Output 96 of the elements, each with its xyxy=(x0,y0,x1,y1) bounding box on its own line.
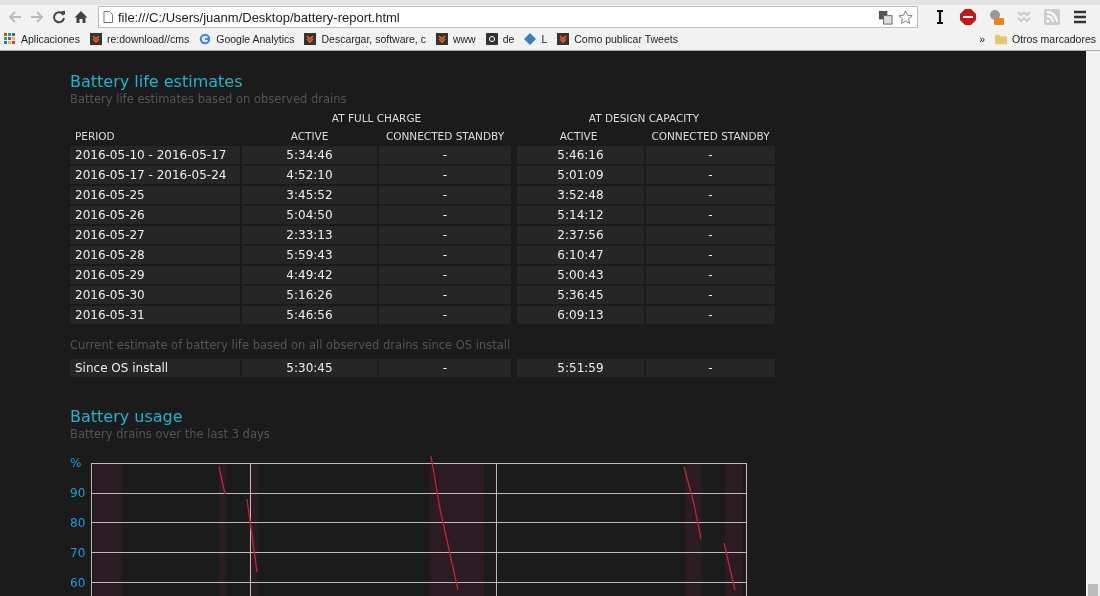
other-bookmarks-folder[interactable]: Otros marcadores xyxy=(994,32,1096,45)
table-cell: - xyxy=(646,186,775,204)
translate-icon[interactable] xyxy=(878,9,893,25)
bookmark-item[interactable]: Descargar, software, c xyxy=(304,32,426,45)
table-cell: 2016-05-27 xyxy=(70,226,240,244)
table-cell: - xyxy=(646,359,775,377)
table-cell: 6:09:13 xyxy=(517,306,644,324)
axis-tick-label: 90 xyxy=(70,486,87,500)
chevron-badge-icon xyxy=(557,32,570,45)
table-cell: 5:51:59 xyxy=(517,359,644,377)
chevron-badge-icon xyxy=(89,32,102,45)
bookmark-item[interactable]: www xyxy=(435,32,476,45)
table-cell: 5:16:26 xyxy=(242,286,377,304)
table-cell: - xyxy=(379,206,511,224)
table-cell: 4:49:42 xyxy=(242,266,377,284)
menu-icon[interactable] xyxy=(1072,9,1088,25)
reload-icon[interactable] xyxy=(52,10,66,24)
table-cell: 5:14:12 xyxy=(517,206,644,224)
table-cell: 5:00:43 xyxy=(517,266,644,284)
table-cell: - xyxy=(379,226,511,244)
table-cell: - xyxy=(646,226,775,244)
table-cell: 5:59:43 xyxy=(242,246,377,264)
bookmark-item[interactable]: de xyxy=(485,32,515,45)
table-cell: 5:04:50 xyxy=(242,206,377,224)
column-header: CONNECTED STANDBY xyxy=(384,129,506,144)
table-cell: 5:36:45 xyxy=(517,286,644,304)
column-group-header: AT DESIGN CAPACITY xyxy=(587,111,701,126)
table-cell: 5:46:56 xyxy=(242,306,377,324)
column-header: PERIOD xyxy=(74,129,116,144)
table-cell: 2016-05-31 xyxy=(70,306,240,324)
table-cell: 3:52:48 xyxy=(517,186,644,204)
table-cell: 2016-05-10 - 2016-05-17 xyxy=(70,146,240,164)
table-cell: 5:46:16 xyxy=(517,146,644,164)
chevron-badge-icon xyxy=(435,32,448,45)
table-cell: 2:37:56 xyxy=(517,226,644,244)
column-header: ACTIVE xyxy=(289,129,330,144)
bookmark-item[interactable]: L xyxy=(524,32,548,45)
axis-tick-label: 60 xyxy=(70,576,87,590)
axis-tick-label: 70 xyxy=(70,546,87,560)
table-cell: - xyxy=(379,166,511,184)
folder-icon xyxy=(994,32,1007,45)
table-cell: 2:33:13 xyxy=(242,226,377,244)
section-title: Battery usage xyxy=(70,407,184,427)
axis-tick-label: 80 xyxy=(70,516,87,530)
section-title: Battery life estimates xyxy=(70,72,244,92)
table-cell: - xyxy=(379,266,511,284)
stop-sign-icon[interactable] xyxy=(960,9,976,25)
bookmark-item[interactable]: Google Analytics xyxy=(199,32,295,45)
table-cell: - xyxy=(646,306,775,324)
table-cell: - xyxy=(646,206,775,224)
address-bar[interactable]: file:///C:/Users/juanm/Desktop/battery-report.html xyxy=(98,6,918,28)
table-cell: 5:30:45 xyxy=(242,359,377,377)
axis-unit-label: % xyxy=(70,456,83,470)
drain-line xyxy=(218,466,226,495)
globe-icon xyxy=(524,32,537,45)
table-cell: 2016-05-25 xyxy=(70,186,240,204)
star-icon[interactable] xyxy=(898,9,913,25)
table-cell: Since OS install xyxy=(70,359,240,377)
bookmark-item[interactable]: Aplicaciones xyxy=(4,32,80,45)
table-cell: 3:45:52 xyxy=(242,186,377,204)
table-cell: - xyxy=(379,286,511,304)
bookmark-item[interactable]: Como publicar Tweets xyxy=(557,32,678,45)
table-cell: - xyxy=(646,146,775,164)
table-cell: - xyxy=(379,306,511,324)
table-cell: - xyxy=(379,186,511,204)
column-header: ACTIVE xyxy=(558,129,599,144)
section-subtitle: Battery drains over the last 3 days xyxy=(70,427,271,442)
column-header: CONNECTED STANDBY xyxy=(650,129,771,144)
google-icon xyxy=(199,32,212,45)
table-cell: 4:52:10 xyxy=(242,166,377,184)
table-cell: - xyxy=(646,246,775,264)
home-icon[interactable] xyxy=(74,10,88,24)
table-cell: 2016-05-30 xyxy=(70,286,240,304)
table-cell: 2016-05-29 xyxy=(70,266,240,284)
page-icon xyxy=(103,11,113,23)
scrollbar[interactable] xyxy=(1086,51,1100,596)
table-cell: 2016-05-26 xyxy=(70,206,240,224)
table-cell: 5:01:09 xyxy=(517,166,644,184)
column-group-header: AT FULL CHARGE xyxy=(330,111,423,126)
table-cell: 2016-05-17 - 2016-05-24 xyxy=(70,166,240,184)
bookmark-item[interactable]: re:download//cms xyxy=(89,32,190,45)
table-cell: - xyxy=(646,166,775,184)
apps-grid-icon xyxy=(4,32,16,45)
table-cell: - xyxy=(646,266,775,284)
table-cell: - xyxy=(379,359,511,377)
more-bookmarks-button[interactable]: » xyxy=(979,32,985,45)
table-cell: - xyxy=(379,146,511,164)
url-text: file:///C:/Users/juanm/Desktop/battery-report.html xyxy=(118,9,400,25)
drain-line xyxy=(723,542,736,591)
table-cell: - xyxy=(646,286,775,304)
chevron-badge-icon xyxy=(304,32,317,45)
table-cell: 5:34:46 xyxy=(242,146,377,164)
table-cell: 6:10:47 xyxy=(517,246,644,264)
dark-square-icon xyxy=(485,32,498,45)
table-cell: 2016-05-28 xyxy=(70,246,240,264)
table-cell: - xyxy=(379,246,511,264)
